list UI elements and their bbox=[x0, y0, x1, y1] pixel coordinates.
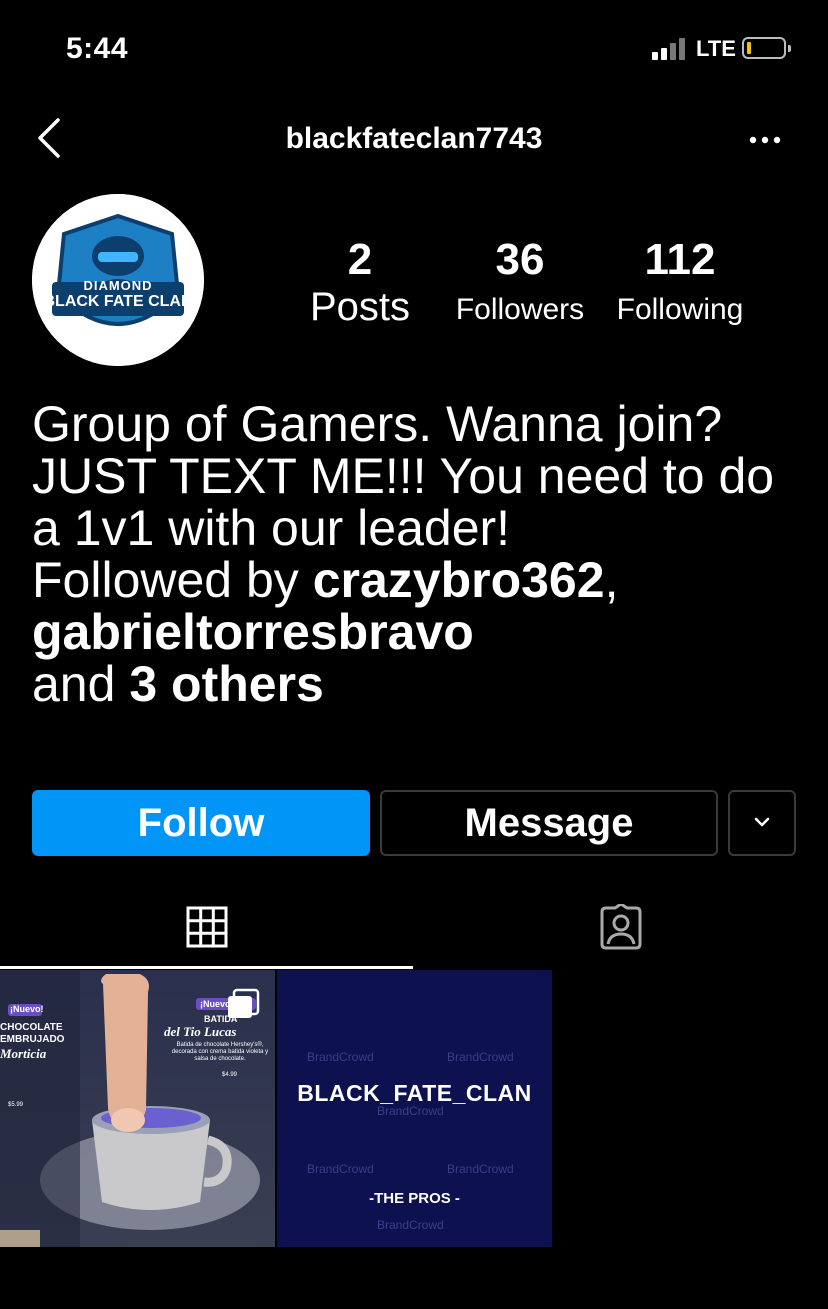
profile-username: blackfateclan7743 bbox=[285, 122, 543, 155]
watermark: BrandCrowd bbox=[377, 1218, 444, 1232]
status-time: 5:44 bbox=[66, 32, 129, 65]
profile-avatar[interactable]: DIAMOND BLACK FATE CLAN bbox=[32, 194, 204, 366]
carousel-icon bbox=[228, 988, 260, 1018]
post-description: Batida de chocolate Hershey's®, decorada… bbox=[171, 1042, 269, 1062]
stat-following[interactable]: 112 Following bbox=[600, 236, 760, 330]
watermark: BrandCrowd bbox=[307, 1162, 374, 1176]
mutual-follower-link[interactable]: crazybro362 bbox=[313, 552, 605, 608]
follow-button[interactable]: Follow bbox=[32, 790, 370, 856]
post-heading: EMBRUJADO bbox=[0, 1034, 65, 1045]
post-title: BLACK_FATE_CLAN bbox=[297, 1080, 532, 1106]
stat-posts[interactable]: 2 Posts bbox=[290, 236, 430, 330]
followers-count: 36 bbox=[495, 235, 545, 284]
watermark: BrandCrowd bbox=[307, 1050, 374, 1064]
bio-text: Group of Gamers. Wanna join? JUST TEXT M… bbox=[32, 396, 775, 556]
post-subtitle: -THE PROS - bbox=[369, 1190, 460, 1207]
suggested-accounts-button[interactable] bbox=[728, 790, 796, 856]
profile-bio: Group of Gamers. Wanna join? JUST TEXT M… bbox=[32, 396, 775, 712]
grid-icon bbox=[186, 906, 228, 948]
and-text: and bbox=[32, 656, 130, 712]
tab-tagged[interactable] bbox=[598, 902, 644, 950]
cellular-signal-icon bbox=[652, 38, 690, 60]
post-thumbnail[interactable]: BrandCrowd BrandCrowd BrandCrowd BrandCr… bbox=[277, 970, 552, 1247]
post-script-title: del Tio Lucas bbox=[164, 1024, 237, 1039]
watermark: BrandCrowd bbox=[447, 1050, 514, 1064]
mutual-follower-link[interactable]: gabrieltorresbravo bbox=[32, 604, 474, 660]
post-price: $5.99 bbox=[8, 1102, 24, 1108]
avatar-text-line1: DIAMOND bbox=[83, 278, 153, 293]
post-thumbnail[interactable]: ¡Nuevo! CHOCOLATE EMBRUJADO Morticia $5.… bbox=[0, 970, 275, 1247]
others-link[interactable]: 3 others bbox=[129, 656, 324, 712]
post-heading: CHOCOLATE bbox=[0, 1022, 63, 1033]
more-horizontal-icon bbox=[749, 136, 781, 144]
tagged-person-icon bbox=[600, 902, 642, 950]
post-badge: ¡Nuevo! bbox=[10, 1004, 44, 1014]
battery-icon bbox=[742, 37, 791, 59]
followed-by-prefix: Followed by bbox=[32, 552, 313, 608]
followers-label: Followers bbox=[455, 293, 585, 326]
watermark: BrandCrowd bbox=[447, 1162, 514, 1176]
network-type: LTE bbox=[696, 36, 736, 61]
posts-label: Posts bbox=[309, 285, 411, 329]
active-tab-indicator bbox=[0, 966, 413, 969]
posts-count: 2 bbox=[347, 235, 373, 284]
following-label: Following bbox=[616, 293, 744, 326]
more-options-button[interactable] bbox=[748, 128, 782, 152]
post-script-title: Morticia bbox=[0, 1046, 47, 1061]
message-button[interactable]: Message bbox=[380, 790, 718, 856]
following-count: 112 bbox=[644, 235, 716, 284]
avatar-text-line2: BLACK FATE CLAN bbox=[43, 293, 193, 310]
stat-followers[interactable]: 36 Followers bbox=[440, 236, 600, 330]
post-price: $4.99 bbox=[222, 1072, 238, 1078]
tab-posts-grid[interactable] bbox=[186, 906, 228, 948]
chevron-down-icon bbox=[754, 817, 770, 827]
